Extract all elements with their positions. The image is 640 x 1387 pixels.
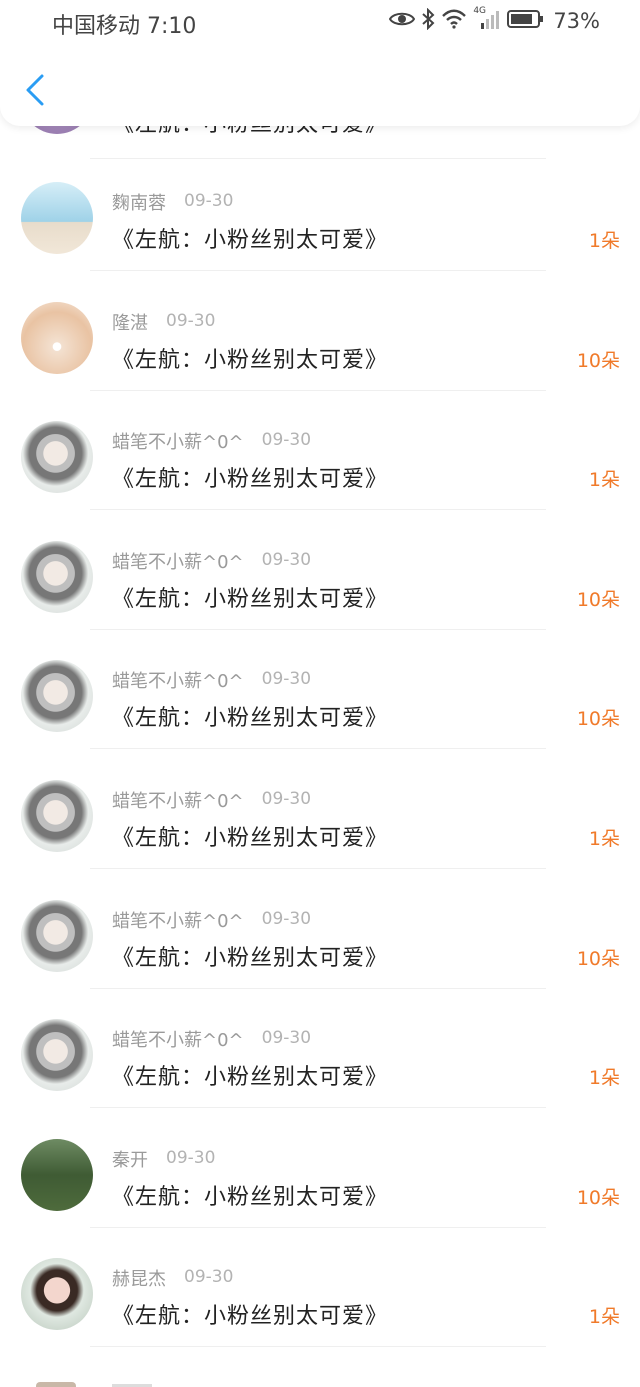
book-title: 《左航：小粉丝别太可爱》: [112, 586, 389, 612]
back-button[interactable]: [16, 68, 52, 112]
gift-count: 10朵: [576, 349, 620, 372]
book-title: 《左航：小粉丝别太可爱》: [112, 1304, 389, 1330]
list-item[interactable]: 蜡笔不小薪^0^ 09-30 《左航：小粉丝别太可爱》 10朵: [0, 511, 640, 631]
user-name: 蜡笔不小薪^0^: [112, 671, 244, 693]
gift-count: 10朵: [576, 708, 620, 731]
gift-count: 1朵: [588, 1306, 620, 1329]
date-label: 09-30: [261, 669, 312, 690]
bluetooth-icon: [421, 7, 435, 34]
book-title: 《左航：小粉丝别太可爱》: [112, 467, 389, 493]
status-bar: 中国移动 7:10 4G 73%: [0, 0, 640, 44]
avatar[interactable]: [21, 540, 93, 613]
book-title: 《左航：小粉丝别太可爱》: [112, 228, 389, 253]
battery-icon: [507, 9, 545, 33]
user-name: 赫昆杰: [112, 1269, 166, 1291]
date-label: 09-30: [166, 1147, 216, 1168]
list-item[interactable]: 麴南蓉 09-30 《左航：小粉丝别太可爱》 1朵: [0, 152, 640, 272]
book-title: 《左航：小粉丝别太可爱》: [112, 347, 389, 373]
user-name: 蜡笔不小薪^0^: [112, 791, 244, 812]
avatar[interactable]: [21, 1138, 93, 1211]
avatar[interactable]: [21, 301, 93, 374]
list-item[interactable]: 蜡笔不小薪^0^ 09-30 《左航：小粉丝别太可爱》 10朵: [0, 630, 640, 750]
book-title: 《左航：小粉丝别太可爱》: [112, 826, 389, 851]
avatar[interactable]: [21, 660, 93, 733]
list-item[interactable]: 隆湛 09-30 《左航：小粉丝别太可爱》 10朵: [0, 272, 640, 392]
user-name: 隆湛: [112, 312, 148, 334]
carrier-time: 中国移动 7:10: [52, 14, 197, 39]
avatar[interactable]: [21, 1258, 93, 1331]
eye-icon: [389, 10, 416, 32]
list-item[interactable]: 蜡笔不小薪^0^ 09-30 《左航：小粉丝别太可爱》 10朵: [0, 870, 640, 990]
date-label: 09-30: [184, 191, 234, 211]
avatar[interactable]: [21, 780, 93, 852]
network-type: 4G: [473, 6, 487, 16]
avatar[interactable]: [21, 182, 93, 254]
gift-count: 10朵: [576, 1186, 620, 1209]
gift-count: 1朵: [588, 828, 620, 850]
list-item[interactable]: 蜡笔不小薪^0^ 09-30 《左航：小粉丝别太可爱》 1朵: [0, 989, 640, 1109]
wifi-icon: [441, 9, 467, 33]
gift-count: 10朵: [576, 588, 620, 611]
avatar[interactable]: [21, 1019, 93, 1092]
user-name: 蜡笔不小薪^0^: [112, 432, 244, 454]
date-label: 09-30: [261, 1028, 312, 1049]
top-header: 中国移动 7:10 4G 73%: [0, 0, 640, 126]
battery-percent: 73%: [553, 9, 600, 33]
avatar[interactable]: [21, 421, 93, 494]
user-name: 蜡笔不小薪^0^: [112, 910, 244, 932]
user-name: 蜡笔不小薪^0^: [112, 1030, 244, 1052]
date-label: 09-30: [166, 310, 216, 331]
gift-count: 1朵: [588, 469, 620, 492]
date-label: 09-30: [184, 1267, 234, 1288]
book-title: 《左航：小粉丝别太可爱》: [112, 1065, 389, 1091]
date-label: 09-30: [261, 430, 312, 451]
date-label: 09-30: [261, 549, 312, 570]
chevron-left-icon: [16, 74, 52, 116]
signal-icon: 4G: [473, 6, 501, 34]
book-title: 《左航：小粉丝别太可爱》: [112, 945, 389, 971]
list-item-partial-bottom: [0, 1368, 640, 1387]
page: 《左航：小粉丝别太可爱》 麴南蓉09-30《左航：小粉丝别太可爱》1朵隆湛09-…: [0, 0, 640, 1387]
divider: [90, 1346, 546, 1348]
list-item[interactable]: 蜡笔不小薪^0^ 09-30 《左航：小粉丝别太可爱》 1朵: [0, 750, 640, 870]
user-name: 秦开: [112, 1149, 148, 1171]
list-item[interactable]: 赫昆杰 09-30 《左航：小粉丝别太可爱》 1朵: [0, 1228, 640, 1348]
gift-count: 1朵: [588, 230, 620, 252]
date-label: 09-30: [261, 908, 312, 929]
gift-count: 10朵: [576, 947, 620, 970]
avatar[interactable]: [21, 899, 93, 972]
date-label: 09-30: [261, 789, 312, 809]
user-name: 蜡笔不小薪^0^: [112, 551, 244, 573]
list-item[interactable]: 秦开 09-30 《左航：小粉丝别太可爱》 10朵: [0, 1109, 640, 1229]
book-title: 《左航：小粉丝别太可爱》: [112, 706, 389, 732]
user-name: 麴南蓉: [112, 193, 166, 214]
book-title: 《左航：小粉丝别太可爱》: [112, 1184, 389, 1210]
status-icons: 4G 73%: [389, 6, 600, 34]
list-item[interactable]: 蜡笔不小薪^0^ 09-30 《左航：小粉丝别太可爱》 1朵: [0, 391, 640, 511]
gift-count: 1朵: [588, 1067, 620, 1090]
